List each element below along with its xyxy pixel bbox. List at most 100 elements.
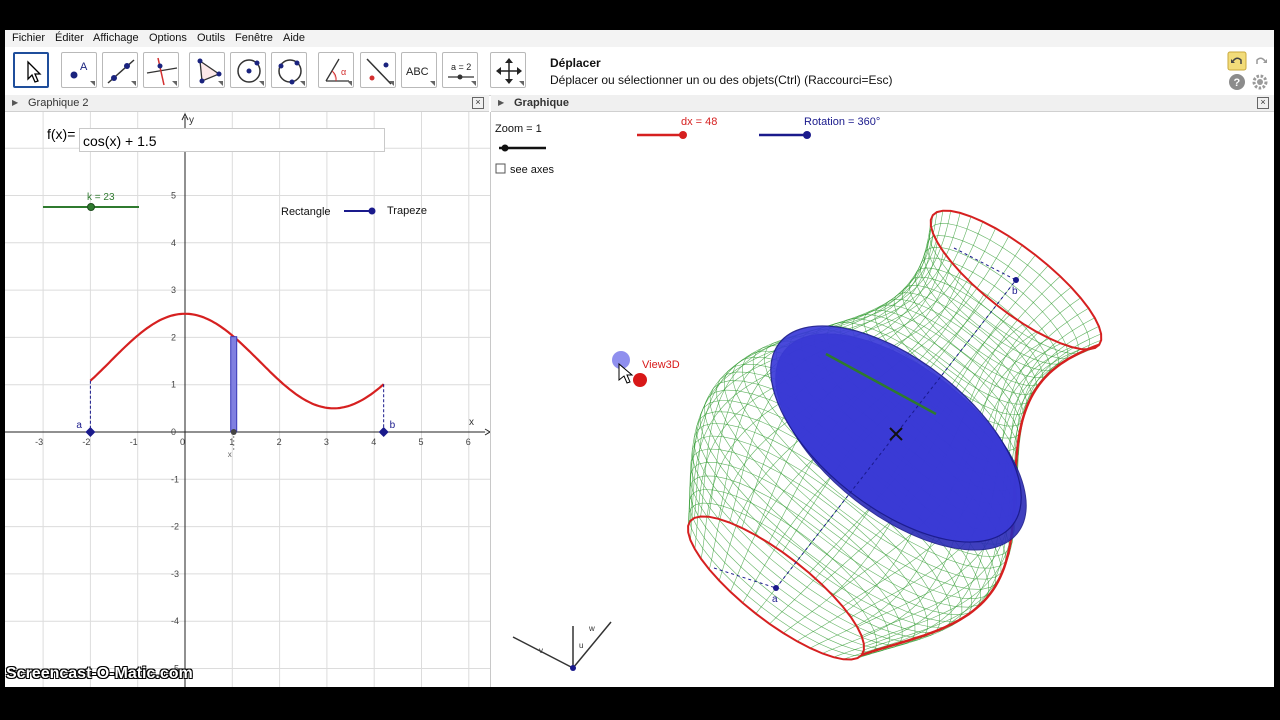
x-tick-label: 5 — [419, 437, 424, 447]
move-tool-button[interactable] — [13, 52, 49, 88]
3d-scene-canvas[interactable]: Zoom = 1 see axes dx = 48 Rotation = 360° Vi… — [491, 112, 1274, 687]
collapse-arrow-icon[interactable]: ▶ — [12, 98, 18, 107]
menu-aide[interactable]: Aide — [283, 32, 305, 44]
zoom-slider-knob — [501, 144, 509, 152]
dx-label: dx = 48 — [681, 116, 717, 128]
menu-outils[interactable]: Outils — [197, 32, 225, 44]
point-a — [773, 585, 779, 591]
x-tick-label: -3 — [35, 437, 43, 447]
see-axes-checkbox — [495, 163, 506, 174]
toolbar: A α ABC a = 2 Déplacer Déplacer ou sélec… — [5, 47, 1274, 96]
line-tool-button[interactable] — [102, 52, 138, 88]
point-b-marker — [378, 427, 389, 437]
perpendicular-tool-button[interactable] — [143, 52, 179, 88]
slider-tool-button[interactable]: a = 2 — [442, 52, 478, 88]
x-marker-label: x — [228, 450, 232, 459]
view3d-point — [633, 373, 647, 387]
circle-center-tool-button[interactable] — [230, 52, 266, 88]
svg-text:A: A — [80, 61, 88, 73]
point-a-label: a — [76, 420, 82, 431]
x-tick-label: 3 — [324, 437, 329, 447]
menu-fichier[interactable]: Fichier — [12, 32, 45, 44]
tool-title: Déplacer — [550, 56, 601, 70]
x-tick-label: -1 — [130, 437, 138, 447]
x-tick-label: 6 — [466, 437, 471, 447]
rectangle-label: Rectangle — [281, 206, 331, 218]
rectangle-strip — [230, 336, 238, 433]
rotation-slider-knob — [803, 131, 811, 139]
k-slider-label: k = 23 — [87, 192, 115, 203]
x-tick-label: 0 — [180, 437, 185, 447]
graph-canvas[interactable]: xy-3 -2 -1 0 1 2 3 4 5 6543210-1-2-3-4-5xa bk = 23… — [5, 112, 490, 687]
menu-options[interactable]: Options — [149, 32, 187, 44]
graphique-view[interactable]: Zoom = 1 see axes dx = 48 Rotation = 360° Vi… — [491, 112, 1274, 687]
geogebra-window: Fichier Éditer Affichage Options Outils … — [5, 30, 1274, 687]
trapeze-label: Trapeze — [387, 205, 427, 217]
circle-three-points-tool-button[interactable] — [271, 52, 307, 88]
point-tool-button[interactable]: A — [61, 52, 97, 88]
dx-slider-knob — [679, 131, 687, 139]
zoom-label: Zoom = 1 — [495, 123, 542, 135]
x-tick-label: -2 — [82, 437, 90, 447]
menu-bar: Fichier Éditer Affichage Options Outils … — [5, 30, 1274, 47]
view3d-label: View3D — [642, 359, 680, 371]
tripod-v-label: v — [539, 646, 543, 655]
y-axis-label: y — [189, 115, 194, 126]
k-slider-knob — [87, 203, 95, 211]
x-tick-label: 2 — [277, 437, 282, 447]
graphique2-view[interactable]: x y -3 -2 -1 0 1 2 3 4 5 6 5 4 3 2 1 0 -1 -2 -3 -4 -5 x a b k = 23… — [5, 112, 490, 687]
menu-editer[interactable]: Éditer — [55, 32, 84, 44]
point-a-label: a — [772, 594, 778, 605]
y-tick-label: 2 — [171, 332, 176, 342]
point-b-label: b — [1012, 286, 1018, 297]
mode-slider-knob — [368, 207, 376, 215]
tool-description: Déplacer ou sélectionner un ou des objet… — [550, 73, 893, 87]
cursor-arrow-icon — [27, 60, 42, 83]
y-tick-label: 0 — [171, 427, 176, 437]
svg-text:ABC: ABC — [406, 66, 429, 78]
tripod-w-label: w — [588, 624, 595, 633]
settings-gear-icon[interactable] — [1251, 73, 1269, 91]
undo-icon[interactable] — [1227, 51, 1247, 71]
graphique-title: Graphique — [514, 97, 570, 109]
help-icon[interactable]: ? — [1228, 73, 1246, 91]
x-axis-label: x — [469, 417, 474, 428]
graphique2-header: ▶ Graphique 2 × — [5, 95, 489, 112]
move-graphics-tool-button[interactable] — [490, 52, 526, 88]
graphique-header: ▶ Graphique × — [491, 95, 1274, 112]
input-label: f(x)= — [47, 126, 76, 142]
tripod-u-label: u — [579, 641, 583, 650]
y-tick-label: -1 — [171, 474, 179, 484]
close-icon[interactable]: × — [1257, 97, 1269, 109]
y-tick-label: 1 — [171, 380, 176, 390]
graphique2-title: Graphique 2 — [28, 97, 89, 109]
point-b — [1013, 277, 1019, 283]
rotation-label: Rotation = 360° — [804, 116, 880, 128]
svg-text:α: α — [341, 67, 346, 77]
y-tick-label: -3 — [171, 569, 179, 579]
x-point — [230, 429, 237, 435]
point-b-label: b — [390, 420, 396, 431]
redo-icon[interactable] — [1251, 51, 1271, 71]
point-a-marker — [85, 427, 96, 437]
collapse-arrow-icon[interactable]: ▶ — [498, 98, 504, 107]
x-tick-label: 4 — [371, 437, 376, 447]
y-tick-label: 5 — [171, 191, 176, 201]
y-tick-label: -4 — [171, 616, 179, 626]
y-tick-label: 3 — [171, 285, 176, 295]
menu-fenetre[interactable]: Fenêtre — [235, 32, 273, 44]
text-tool-button[interactable]: ABC — [401, 52, 437, 88]
menu-affichage[interactable]: Affichage — [93, 32, 139, 44]
y-tick-label: 4 — [171, 238, 176, 248]
tripod-origin — [570, 665, 576, 671]
polygon-tool-button[interactable] — [189, 52, 225, 88]
watermark: Screencast-O-Matic.com — [6, 665, 193, 682]
tripod-v-axis — [512, 636, 574, 669]
close-icon[interactable]: × — [472, 97, 484, 109]
reflect-tool-button[interactable] — [360, 52, 396, 88]
y-tick-label: -2 — [171, 522, 179, 532]
angle-tool-button[interactable]: α — [318, 52, 354, 88]
function-input[interactable]: cos(x) + 1.5 — [79, 128, 385, 152]
see-axes-label: see axes — [510, 164, 555, 176]
svg-text:a = 2: a = 2 — [451, 62, 471, 72]
